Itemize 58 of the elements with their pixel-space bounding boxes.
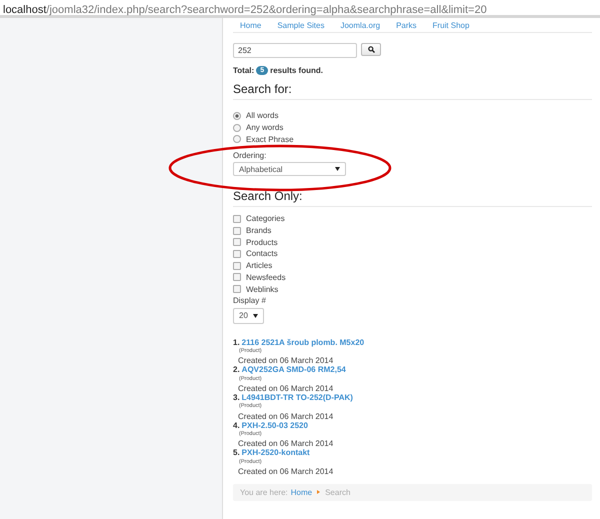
caret-icon [253,314,258,318]
result-link[interactable]: PXH-2520-kontakt [242,448,310,458]
search-button[interactable] [361,43,381,56]
result-date: Created on 06 March 2014 [237,439,334,448]
radio-button[interactable] [233,135,241,144]
option-label: Brands [246,226,272,236]
nav-link[interactable]: Joomla.org [340,20,380,32]
option-label: Weblinks [246,284,278,294]
caret-icon [335,167,340,172]
option-label: Categories [246,214,285,224]
checkbox[interactable] [233,226,241,235]
result-link[interactable]: AQV252GA SMD-06 RM2,54 [242,365,346,375]
url-text[interactable]: localhost/joomla32/index.php/search?searchword=252&ordering=alpha&searchphrase=all&limit=20 [0,3,487,17]
result-date: Created on 06 March 2014 [237,466,334,476]
total-label: Total: [233,66,254,75]
result-date: Created on 06 March 2014 [237,356,334,366]
ordering-label: Ordering: [233,151,268,162]
result-number: 1. [233,338,240,348]
checkbox[interactable] [233,285,241,294]
checkbox[interactable] [233,273,241,282]
display-label: Display # [233,296,267,306]
result-date: Created on 06 March 2014 [237,412,334,421]
section-heading: Search for: [233,81,293,97]
section-heading: Search Only: [233,188,304,204]
checkbox[interactable] [233,238,241,246]
display-select[interactable]: 20 [233,308,264,324]
nav-link[interactable]: Parks [396,20,417,32]
option-label: All words [246,111,278,120]
option-label: Contacts [246,249,278,258]
search-field[interactable]: 252 [233,43,357,58]
option-label: Any words [246,123,284,132]
checkbox[interactable] [233,214,241,223]
results-found-text: results found. [270,66,323,75]
result-number: 4. [233,420,240,430]
result-link[interactable]: PXH-2.50-03 2520 [242,420,308,430]
nav-link[interactable]: Sample Sites [277,20,324,32]
ordering-select[interactable]: Alphabetical [233,162,346,176]
result-date: Created on 06 March 2014 [237,384,334,394]
result-link[interactable]: 2116 2521A šroub plomb. M5x20 [242,338,364,348]
breadcrumb-current: Search [325,488,350,497]
result-number: 5. [233,448,240,458]
checkbox[interactable] [233,262,241,270]
search-icon [368,46,374,53]
nav-link[interactable]: Home [240,20,262,32]
nav-link[interactable]: Fruit Shop [432,20,470,32]
option-label: Newsfeeds [246,272,286,282]
radio-button[interactable] [233,124,241,132]
separator-icon [317,490,320,494]
option-label: Exact Phrase [246,134,294,144]
option-label: Articles [246,261,272,270]
result-link[interactable]: L4941BDT-TR TO-252(D-PAK) [242,393,353,402]
radio-button[interactable] [233,112,241,120]
result-number: 3. [233,393,240,402]
breadcrumb-link[interactable]: Home [290,488,312,497]
breadcrumb-prefix: You are here: [240,488,288,497]
option-label: Products [246,238,278,247]
checkbox[interactable] [233,250,241,258]
result-number: 2. [233,365,240,375]
